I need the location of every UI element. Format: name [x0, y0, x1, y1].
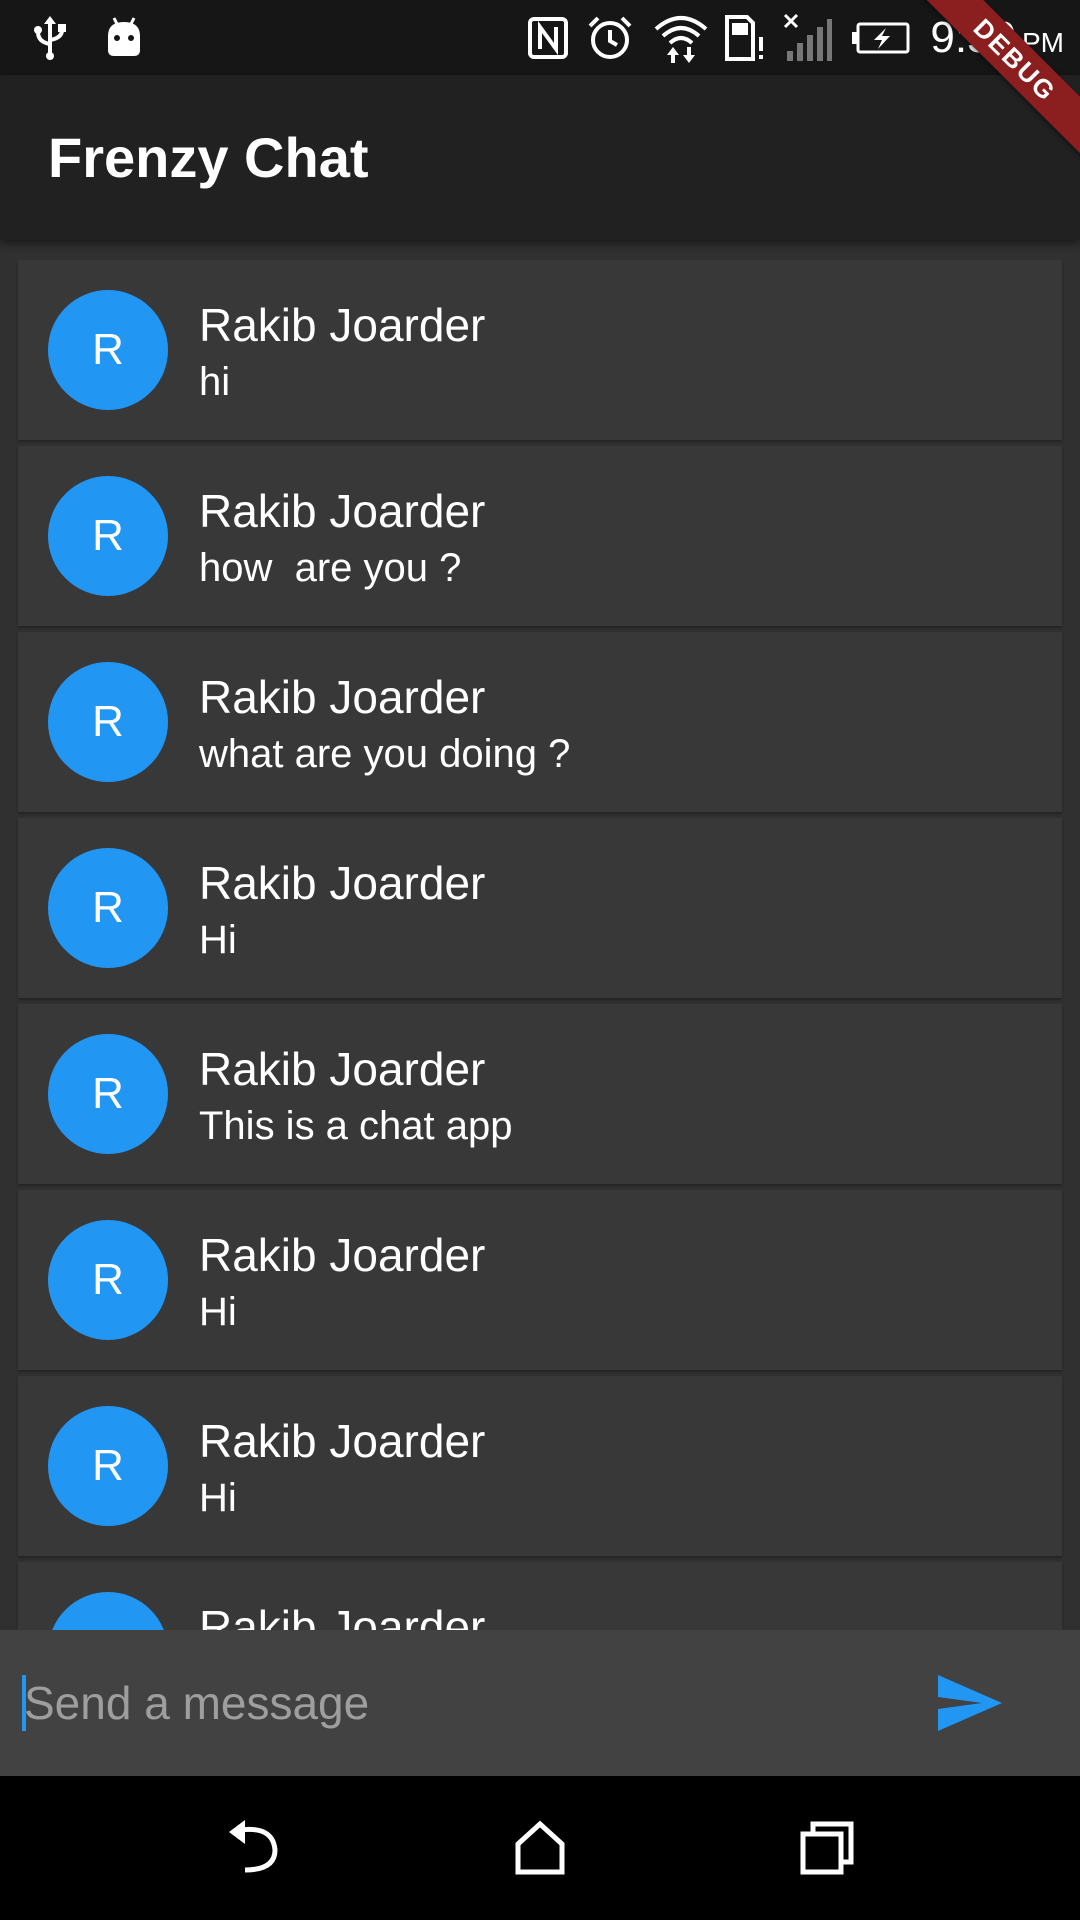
- avatar: R: [48, 848, 168, 968]
- back-icon: [229, 1820, 278, 1873]
- avatar: R: [48, 662, 168, 782]
- navigation-bar: [0, 1776, 1080, 1920]
- avatar: R: [48, 1220, 168, 1340]
- usb-icon: [28, 10, 72, 65]
- chat-message-item[interactable]: R Rakib Joarder Hi: [18, 1376, 1062, 1556]
- sender-name: Rakib Joarder: [199, 1415, 486, 1467]
- message-text: This is a chat app: [199, 1104, 513, 1148]
- sender-name: Rakib Joarder: [199, 671, 486, 723]
- chat-message-item[interactable]: R Rakib Joarder how are you ?: [18, 446, 1062, 626]
- sender-name: Rakib Joarder: [199, 1229, 486, 1281]
- avatar: R: [48, 1406, 168, 1526]
- send-button[interactable]: [920, 1663, 1020, 1743]
- avatar: R: [48, 290, 168, 410]
- chat-message-item[interactable]: R Rakib Joarder Hi: [18, 1190, 1062, 1370]
- message-text: Hi: [199, 1476, 237, 1520]
- app-title: Frenzy Chat: [48, 126, 369, 189]
- chat-list[interactable]: R Rakib Joarder hi R Rakib Joarder how a…: [0, 240, 1080, 1630]
- home-icon: [515, 1820, 565, 1875]
- sender-name: Rakib Joarder: [199, 299, 486, 351]
- android-debug-icon: [100, 10, 148, 65]
- screen: 9:50 PM DEBUG Frenzy Chat R Rakib Joarde…: [0, 0, 1080, 1920]
- message-text: Hi: [199, 1290, 237, 1334]
- home-button[interactable]: [490, 1798, 590, 1898]
- chat-message-item[interactable]: R Rakib Joarder what are you doing ?: [18, 632, 1062, 812]
- avatar: R: [48, 476, 168, 596]
- message-composer: [0, 1630, 1080, 1776]
- signal-icon: [780, 10, 834, 65]
- message-text: hi: [199, 360, 231, 404]
- status-bar: 9:50 PM: [0, 0, 1080, 75]
- send-icon: [938, 1675, 1002, 1731]
- wifi-icon: [652, 10, 710, 65]
- alarm-icon: [584, 10, 636, 65]
- text-caret: [22, 1675, 26, 1731]
- chat-message-item[interactable]: R Rakib Joarder This is a chat app: [18, 1004, 1062, 1184]
- sd-card-icon: [722, 10, 768, 65]
- message-input[interactable]: [24, 1668, 904, 1738]
- nfc-icon: [524, 10, 572, 65]
- message-text: how are you ?: [199, 546, 462, 590]
- avatar: R: [48, 1592, 168, 1630]
- avatar: R: [48, 1034, 168, 1154]
- message-text: Hi: [199, 918, 237, 962]
- app-bar: Frenzy Chat: [0, 75, 1080, 240]
- message-text: what are you doing ?: [199, 732, 571, 776]
- recents-icon: [800, 1821, 854, 1875]
- recents-button[interactable]: [777, 1798, 877, 1898]
- back-button[interactable]: [203, 1798, 303, 1898]
- sender-name: Rakib Joarder: [199, 857, 486, 909]
- battery-charging-icon: [852, 10, 910, 65]
- chat-message-item[interactable]: R Rakib Joarder: [18, 1562, 1062, 1630]
- sender-name: Rakib Joarder: [199, 1043, 486, 1095]
- chat-message-item[interactable]: R Rakib Joarder Hi: [18, 818, 1062, 998]
- sender-name: Rakib Joarder: [199, 1601, 486, 1630]
- chat-message-item[interactable]: R Rakib Joarder hi: [18, 260, 1062, 440]
- sender-name: Rakib Joarder: [199, 485, 486, 537]
